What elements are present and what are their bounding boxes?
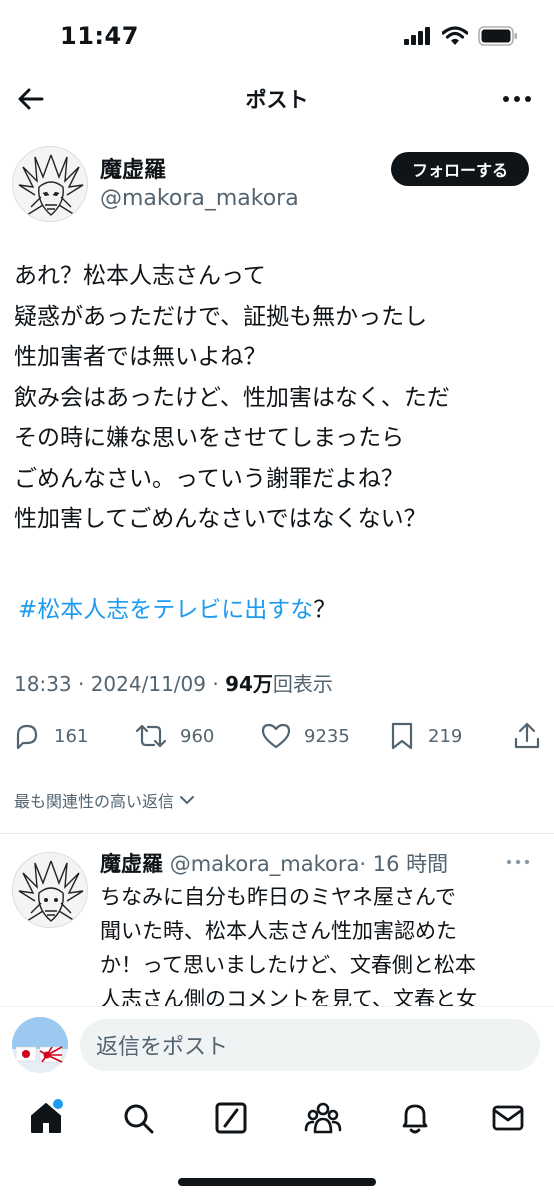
post-meta: 18:33 · 2024/11/09 · 94万回表示 [14,668,333,697]
post-text-line: 飲み会はあったけど、性加害はなく、ただ [14,384,450,411]
reply-input[interactable]: 返信をポスト [80,1019,540,1071]
post-body: あれ？松本人志さんって 疑惑があっただけで、証拠も無かったし 性加害者では無いよ… [14,256,542,540]
reply-avatar[interactable] [12,852,88,928]
like-button[interactable]: 9235 [260,716,350,756]
bookmark-button[interactable]: 219 [388,716,462,756]
messages-icon[interactable] [488,1098,528,1138]
home-icon[interactable] [26,1098,66,1138]
reply-button[interactable]: 161 [12,716,88,756]
communities-icon[interactable] [303,1098,343,1138]
post-text-line: その時に嫌な思いをさせてしまったら [14,425,405,451]
hashtag-line: #松本人志をテレビに出すな？ [18,590,336,630]
view-count[interactable]: 94万 [225,672,273,696]
reply-body: ちなみに自分も昨日のミヤネ屋さんで 聞いた時、松本人志さん性加害認めた か！って… [100,880,550,1016]
reply-count: 161 [54,725,89,747]
divider [0,833,554,834]
repost-icon [135,724,167,748]
reply-more-icon[interactable] [504,852,532,872]
flag-avatar-image [12,1017,68,1073]
wifi-icon [442,26,468,45]
view-label: 回表示 [272,672,333,696]
status-time: 11:47 [60,22,139,50]
page-title: ポスト [245,88,309,112]
reply-icon [16,724,38,750]
share-button[interactable] [512,716,542,756]
post-header: ポスト [0,72,554,126]
repost-count: 960 [180,725,215,747]
grok-icon[interactable] [211,1098,251,1138]
bookmark-icon [391,722,413,750]
more-options-icon[interactable] [500,84,534,114]
reply-text-line: 聞いた時、松本人志さん性加害認めた [100,919,457,943]
like-count: 9235 [304,725,350,747]
post-text-line: 性加害者では無いよね？ [14,344,267,370]
reply-author-handle[interactable]: @makora_makora [170,852,360,876]
repost-button[interactable]: 960 [134,716,214,756]
share-icon [514,722,540,749]
follow-button[interactable]: フォローする [391,152,529,186]
notifications-icon[interactable] [395,1098,435,1138]
avatar-illustration [13,147,87,221]
post-text-line: あれ？松本人志さんって [14,263,266,289]
home-indicator [178,1178,376,1186]
post-text-line: 疑惑があっただけで、証拠も無かったし [14,303,428,330]
reply-sort-dropdown[interactable]: 最も関連性の高い返信 [14,788,196,812]
reply-text-line: か！って思いましたけど、文春側と松本 [100,953,476,977]
battery-icon [478,26,517,46]
hashtag-suffix: ？ [313,597,337,623]
author-handle[interactable]: @makora_makora [100,186,299,211]
reply-header: 魔虚羅 @makora_makora· 16 時間 [100,848,448,878]
chevron-down-icon [180,796,195,805]
post-text-line: 性加害してごめんなさいではなくない？ [14,506,427,532]
post-text-line: ごめんなさい。っていう謝罪だよね？ [14,465,404,492]
search-icon[interactable] [118,1098,158,1138]
status-icons [404,26,518,46]
avatar-illustration [13,853,87,927]
cellular-signal-icon [404,27,430,45]
author-name[interactable]: 魔虚羅 [100,152,166,184]
action-bar: 161 960 9235 219 [0,716,554,756]
reply-compose-bar: 返信をポスト [0,1006,554,1086]
heart-icon [261,723,291,749]
author-avatar[interactable] [12,146,88,222]
status-bar: 11:47 [0,0,554,72]
reply-time: · 16 時間 [359,852,449,876]
hashtag-link[interactable]: #松本人志をテレビに出すな [18,597,313,623]
reply-sort-label: 最も関連性の高い返信 [14,792,175,811]
reply-input-placeholder: 返信をポスト [96,1035,229,1060]
post-timestamp: 18:33 · 2024/11/09 · [14,672,226,696]
user-avatar[interactable] [12,1017,68,1073]
reply-author-name[interactable]: 魔虚羅 [100,852,163,876]
reply-text-line: ちなみに自分も昨日のミヤネ屋さんで [100,885,456,909]
bookmark-count: 219 [428,725,463,747]
